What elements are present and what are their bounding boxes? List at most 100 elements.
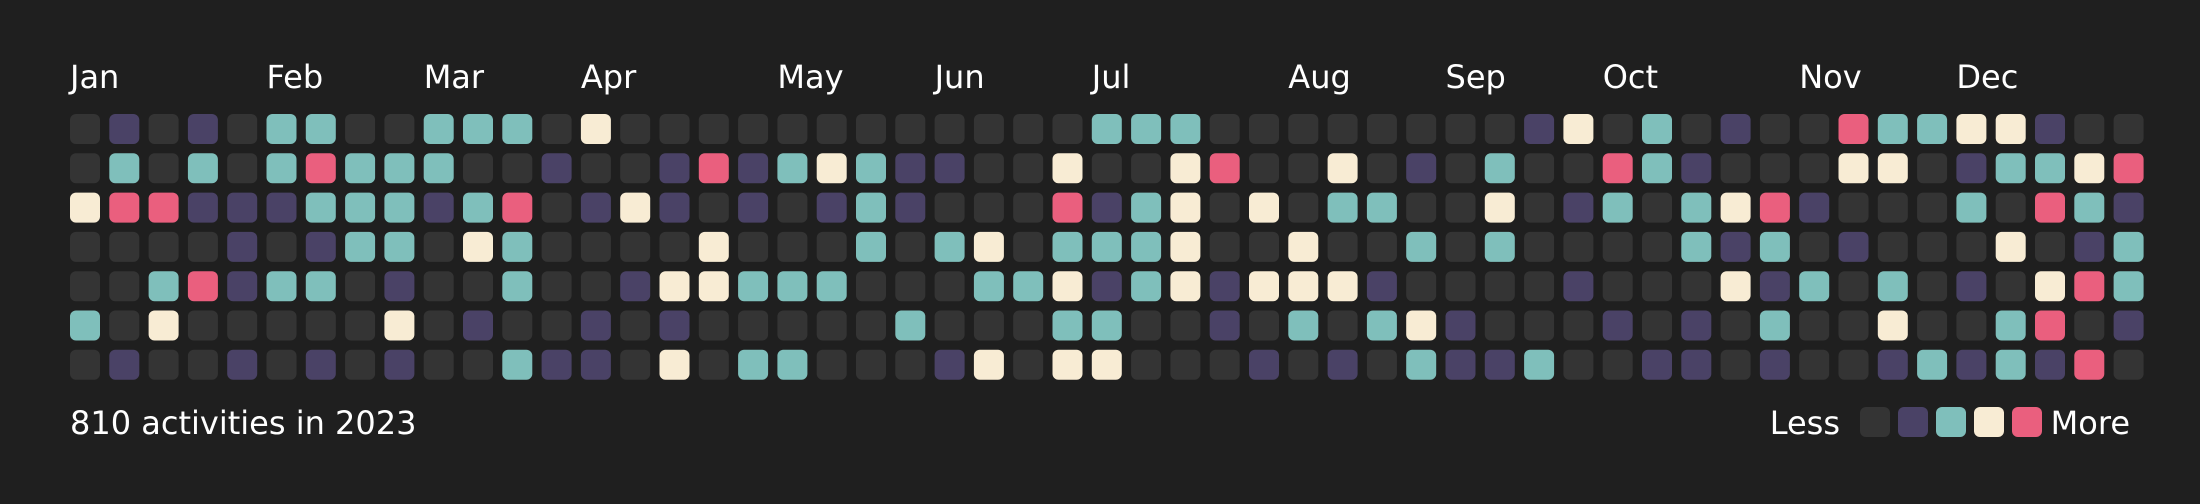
heatmap-cell[interactable] <box>148 231 179 262</box>
heatmap-cell[interactable] <box>1838 349 1869 380</box>
heatmap-cell[interactable] <box>423 310 454 341</box>
heatmap-cell[interactable] <box>1170 310 1201 341</box>
heatmap-cell[interactable] <box>856 153 886 184</box>
heatmap-cell[interactable] <box>895 310 926 341</box>
heatmap-cell[interactable] <box>2035 310 2065 341</box>
heatmap-cell[interactable] <box>1327 271 1358 302</box>
heatmap-cell[interactable] <box>1681 114 1712 144</box>
heatmap-cell[interactable] <box>1759 310 1790 341</box>
heatmap-cell[interactable] <box>1524 310 1555 341</box>
heatmap-cell[interactable] <box>1131 231 1162 262</box>
heatmap-cell[interactable] <box>777 192 808 223</box>
heatmap-cell[interactable] <box>1681 271 1712 302</box>
heatmap-cell[interactable] <box>1720 271 1751 302</box>
heatmap-cell[interactable] <box>2074 310 2105 341</box>
heatmap-cell[interactable] <box>227 153 258 184</box>
heatmap-cell[interactable] <box>345 192 376 223</box>
heatmap-cell[interactable] <box>816 153 847 184</box>
heatmap-cell[interactable] <box>1720 153 1751 184</box>
heatmap-cell[interactable] <box>423 153 454 184</box>
heatmap-cell[interactable] <box>1642 310 1672 341</box>
heatmap-cell[interactable] <box>1052 271 1083 302</box>
heatmap-cell[interactable] <box>1917 349 1948 380</box>
heatmap-cell[interactable] <box>934 153 965 184</box>
heatmap-cell[interactable] <box>1484 310 1515 341</box>
heatmap-cell[interactable] <box>1445 231 1476 262</box>
heatmap-cell[interactable] <box>1563 310 1594 341</box>
heatmap-cell[interactable] <box>1288 114 1319 144</box>
heatmap-cell[interactable] <box>70 192 100 223</box>
heatmap-cell[interactable] <box>2074 192 2105 223</box>
heatmap-cell[interactable] <box>423 114 454 144</box>
heatmap-cell[interactable] <box>856 114 886 144</box>
heatmap-cell[interactable] <box>1759 271 1790 302</box>
heatmap-cell[interactable] <box>816 231 847 262</box>
heatmap-cell[interactable] <box>266 271 297 302</box>
heatmap-cell[interactable] <box>1877 114 1908 144</box>
heatmap-cell[interactable] <box>266 349 297 380</box>
heatmap-cell[interactable] <box>659 192 690 223</box>
heatmap-cell[interactable] <box>305 114 336 144</box>
heatmap-cell[interactable] <box>1209 231 1240 262</box>
heatmap-cell[interactable] <box>1406 231 1437 262</box>
heatmap-cell[interactable] <box>659 271 690 302</box>
heatmap-cell[interactable] <box>384 310 415 341</box>
heatmap-cell[interactable] <box>463 153 493 184</box>
heatmap-cell[interactable] <box>1681 231 1712 262</box>
heatmap-cell[interactable] <box>934 349 965 380</box>
heatmap-cell[interactable] <box>1720 231 1751 262</box>
heatmap-cell[interactable] <box>1877 310 1908 341</box>
heatmap-cell[interactable] <box>1759 153 1790 184</box>
heatmap-cell[interactable] <box>1091 192 1122 223</box>
heatmap-cell[interactable] <box>1799 271 1830 302</box>
heatmap-cell[interactable] <box>1917 231 1948 262</box>
heatmap-cell[interactable] <box>738 349 769 380</box>
heatmap-cell[interactable] <box>502 153 533 184</box>
heatmap-cell[interactable] <box>1091 310 1122 341</box>
heatmap-cell[interactable] <box>816 192 847 223</box>
heatmap-cell[interactable] <box>1720 114 1751 144</box>
heatmap-cell[interactable] <box>777 310 808 341</box>
heatmap-cell[interactable] <box>856 349 886 380</box>
heatmap-cell[interactable] <box>345 310 376 341</box>
heatmap-cell[interactable] <box>895 153 926 184</box>
heatmap-cell[interactable] <box>1445 114 1476 144</box>
heatmap-cell[interactable] <box>1406 271 1437 302</box>
heatmap-cell[interactable] <box>777 349 808 380</box>
heatmap-cell[interactable] <box>266 153 297 184</box>
heatmap-cell[interactable] <box>1249 192 1279 223</box>
heatmap-cell[interactable] <box>1170 349 1201 380</box>
heatmap-cell[interactable] <box>895 349 926 380</box>
heatmap-cell[interactable] <box>620 271 651 302</box>
heatmap-cell[interactable] <box>70 114 100 144</box>
heatmap-cell[interactable] <box>1131 349 1162 380</box>
heatmap-cell[interactable] <box>1327 349 1358 380</box>
heatmap-cell[interactable] <box>620 192 651 223</box>
heatmap-cell[interactable] <box>70 310 100 341</box>
heatmap-cell[interactable] <box>1249 349 1279 380</box>
heatmap-cell[interactable] <box>1877 192 1908 223</box>
heatmap-cell[interactable] <box>1524 349 1555 380</box>
heatmap-cell[interactable] <box>659 153 690 184</box>
heatmap-cell[interactable] <box>580 231 611 262</box>
heatmap-cell[interactable] <box>777 114 808 144</box>
heatmap-cell[interactable] <box>580 114 611 144</box>
heatmap-cell[interactable] <box>1524 114 1555 144</box>
heatmap-cell[interactable] <box>148 271 179 302</box>
heatmap-cell[interactable] <box>227 231 258 262</box>
heatmap-cell[interactable] <box>2074 153 2105 184</box>
heatmap-cell[interactable] <box>463 231 493 262</box>
heatmap-cell[interactable] <box>1602 271 1633 302</box>
heatmap-cell[interactable] <box>816 271 847 302</box>
heatmap-cell[interactable] <box>1720 310 1751 341</box>
heatmap-cell[interactable] <box>1838 271 1869 302</box>
heatmap-cell[interactable] <box>1484 153 1515 184</box>
heatmap-cell[interactable] <box>148 114 179 144</box>
heatmap-cell[interactable] <box>1956 310 1987 341</box>
heatmap-cell[interactable] <box>2113 114 2144 144</box>
heatmap-cell[interactable] <box>1563 192 1594 223</box>
heatmap-cell[interactable] <box>973 349 1004 380</box>
heatmap-cell[interactable] <box>698 310 729 341</box>
heatmap-cell[interactable] <box>2113 231 2144 262</box>
heatmap-cell[interactable] <box>266 192 297 223</box>
